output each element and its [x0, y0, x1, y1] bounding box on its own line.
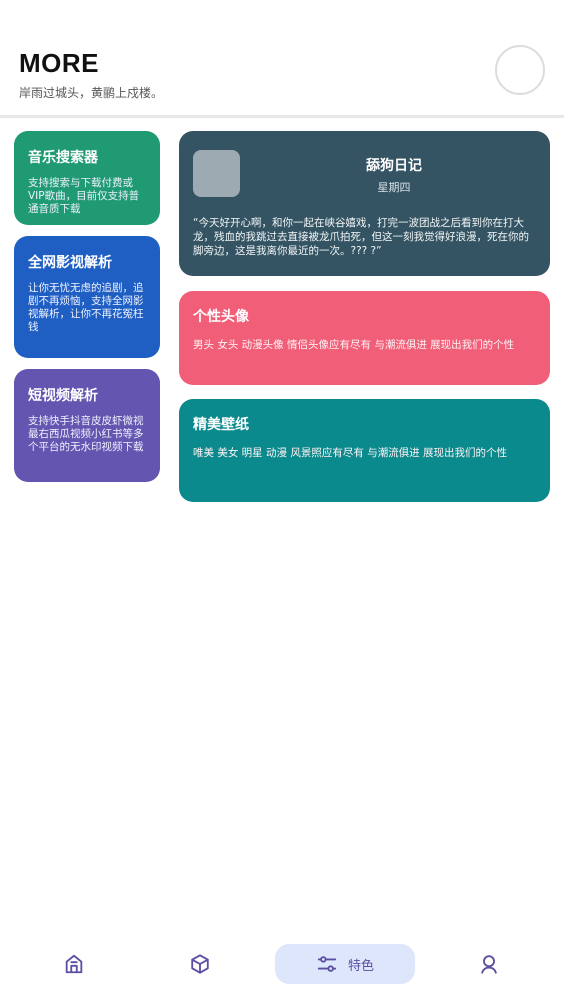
diary-text: “今天好开心啊，和你一起在峡谷嬉戏，打完一波团战之后看到你在打大龙，残血的我跳过… [193, 217, 529, 257]
card-description: 支持快手抖音皮皮虾微视最右西瓜视频小红书等多个平台的无水印视频下载 [28, 415, 144, 453]
avatar[interactable] [495, 45, 545, 95]
diary-title: 舔狗日记 [366, 158, 422, 174]
header-divider [0, 115, 564, 118]
music-search-card[interactable]: 音乐搜索器 支持搜索与下载付费或VIP歌曲，目前仅支持普通音质下载 [14, 131, 160, 225]
card-description: 男头 女头 动漫头像 情侣头像应有尽有 与潮流俱进 展现出我们的个性 [193, 339, 515, 351]
card-title: 短视频解析 [28, 388, 98, 404]
nav-discover[interactable] [178, 944, 222, 984]
card-title: 精美壁纸 [193, 417, 249, 433]
header: MORE 岸雨过城头，黄鹂上戍楼。 [0, 0, 564, 116]
diary-card[interactable]: 舔狗日记 星期四 “今天好开心啊，和你一起在峡谷嬉戏，打完一波团战之后看到你在打… [179, 131, 550, 276]
bottom-nav: 特色 [0, 930, 564, 1002]
user-icon [478, 953, 500, 975]
page-subtitle: 岸雨过城头，黄鹂上戍楼。 [19, 86, 164, 100]
custom-avatar-card[interactable]: 个性头像 男头 女头 动漫头像 情侣头像应有尽有 与潮流俱进 展现出我们的个性 [179, 291, 550, 385]
card-description: 唯美 美女 明星 动漫 风景照应有尽有 与潮流俱进 展现出我们的个性 [193, 447, 508, 459]
cube-icon [189, 953, 211, 975]
diary-weekday: 星期四 [377, 181, 411, 194]
home-icon [63, 953, 85, 975]
diary-thumbnail [193, 150, 240, 197]
wallpaper-card[interactable]: 精美壁纸 唯美 美女 明星 动漫 风景照应有尽有 与潮流俱进 展现出我们的个性 [179, 399, 550, 502]
card-title: 个性头像 [193, 309, 249, 325]
sliders-icon [316, 953, 338, 975]
card-title: 全网影视解析 [28, 255, 112, 271]
nav-feature-label: 特色 [347, 958, 374, 974]
card-description: 支持搜索与下载付费或VIP歌曲，目前仅支持普通音质下载 [28, 177, 140, 215]
nav-home[interactable] [52, 944, 96, 984]
card-description: 让你无忧无虑的追剧，追剧不再烦恼，支持全网影视解析，让你不再花冤枉钱 [28, 282, 144, 333]
nav-feature[interactable]: 特色 [275, 944, 415, 984]
short-video-parse-card[interactable]: 短视频解析 支持快手抖音皮皮虾微视最右西瓜视频小红书等多个平台的无水印视频下载 [14, 369, 160, 482]
card-title: 音乐搜索器 [28, 150, 98, 166]
page-title: MORE [19, 48, 99, 78]
video-parse-card[interactable]: 全网影视解析 让你无忧无虑的追剧，追剧不再烦恼，支持全网影视解析，让你不再花冤枉… [14, 236, 160, 358]
nav-profile[interactable] [467, 944, 511, 984]
